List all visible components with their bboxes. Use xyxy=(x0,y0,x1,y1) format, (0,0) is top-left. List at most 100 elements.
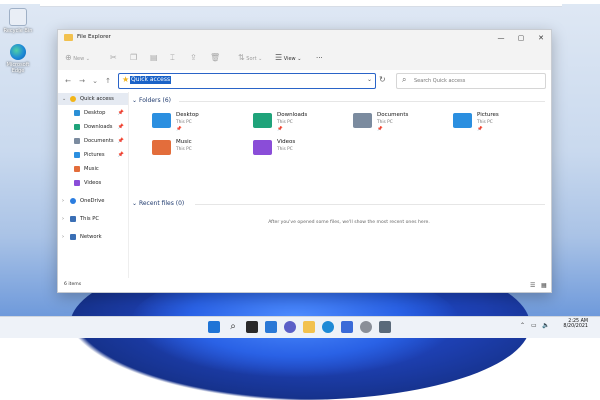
documents-icon xyxy=(74,138,80,144)
widgets-icon[interactable] xyxy=(265,321,277,333)
details-view-icon[interactable]: ☰ xyxy=(530,282,535,289)
folder-name: Documents xyxy=(377,112,409,118)
task-view-icon[interactable] xyxy=(246,321,258,333)
chevron-down-icon[interactable]: ⌄ xyxy=(62,93,66,105)
folder-downloads[interactable]: Downloads This PC 📌 xyxy=(253,110,348,136)
chevron-right-icon[interactable]: › xyxy=(62,213,64,225)
minimize-button[interactable]: — xyxy=(491,30,511,46)
start-icon[interactable] xyxy=(208,321,220,333)
copy-icon: ❐ xyxy=(130,53,138,62)
cut-button[interactable]: ✂ xyxy=(110,51,117,65)
file-explorer-icon[interactable] xyxy=(303,321,315,333)
cloud-icon xyxy=(70,198,76,204)
rename-button[interactable]: ⌶ xyxy=(170,51,175,65)
refresh-button[interactable]: ↻ xyxy=(379,75,386,84)
chevron-up-icon[interactable]: ⌃ xyxy=(520,322,525,329)
recent-files-section-header[interactable]: ⌄ Recent files (0) xyxy=(132,200,184,207)
file-explorer-window: File Explorer — ▢ ✕ ⊕ New ⌄ ✂ ❐ ▤ ⌶ ⇪ 🗑 … xyxy=(57,29,552,293)
chevron-right-icon[interactable]: › xyxy=(62,231,64,243)
network-icon xyxy=(70,234,76,240)
more-options-button[interactable]: ··· xyxy=(316,51,323,65)
status-bar: 6 items ☰ ▦ xyxy=(58,278,551,292)
new-icon: ⊕ xyxy=(65,53,72,62)
folder-location: This PC xyxy=(277,120,293,125)
folder-location: This PC xyxy=(176,120,192,125)
folder-location: This PC xyxy=(477,120,493,125)
sidebar-item-label: Music xyxy=(84,166,99,172)
pin-icon: 📌 xyxy=(477,127,483,132)
forward-button[interactable]: → xyxy=(77,75,87,87)
desktop-icon-edge[interactable]: Microsoft Edge xyxy=(3,44,33,74)
maximize-button[interactable]: ▢ xyxy=(511,30,531,46)
chevron-right-icon[interactable]: › xyxy=(62,195,64,207)
settings-icon[interactable] xyxy=(360,321,372,333)
sidebar-item-label: Desktop xyxy=(84,110,106,116)
delete-button[interactable]: 🗑 xyxy=(210,51,220,65)
sidebar-item-music[interactable]: Music xyxy=(58,163,128,175)
sidebar-item-quick-access[interactable]: ⌄ Quick access xyxy=(58,93,128,105)
sidebar-item-network[interactable]: › Network xyxy=(58,231,128,243)
search-box[interactable]: ⌕ Search Quick access xyxy=(396,73,546,89)
sidebar-item-label: This PC xyxy=(80,216,99,222)
network-icon[interactable]: ▭ xyxy=(531,322,537,329)
folder-videos[interactable]: Videos This PC xyxy=(253,137,348,163)
address-value[interactable]: Quick access xyxy=(130,76,172,84)
app-icon[interactable] xyxy=(379,321,391,333)
close-button[interactable]: ✕ xyxy=(531,30,551,46)
new-label: New xyxy=(73,56,85,62)
chevron-down-icon: ⌄ xyxy=(92,77,98,85)
sidebar-item-onedrive[interactable]: › OneDrive xyxy=(58,195,128,207)
view-label: View xyxy=(283,56,296,62)
sidebar-item-downloads[interactable]: Downloads 📌 xyxy=(58,121,128,133)
sort-icon: ⇅ xyxy=(238,53,245,62)
pin-icon: 📌 xyxy=(117,152,124,158)
item-count: 6 items xyxy=(64,282,82,287)
folder-music[interactable]: Music This PC xyxy=(152,137,247,163)
new-button[interactable]: ⊕ New ⌄ xyxy=(65,51,90,65)
chevron-down-icon: ⌄ xyxy=(132,200,138,207)
sidebar-item-pictures[interactable]: Pictures 📌 xyxy=(58,149,128,161)
large-icons-view-icon[interactable]: ▦ xyxy=(541,282,547,289)
command-bar: ⊕ New ⌄ ✂ ❐ ▤ ⌶ ⇪ 🗑 ⇅ Sort ⌄ ☰ View ⌄ ··… xyxy=(58,46,551,71)
clock[interactable]: 2:25 AM 8/20/2021 xyxy=(556,319,588,329)
edge-icon xyxy=(10,44,26,60)
sort-button[interactable]: ⇅ Sort ⌄ xyxy=(238,51,262,65)
chevron-down-icon: ⌄ xyxy=(258,56,263,62)
search-icon[interactable]: ⌕ xyxy=(227,321,239,333)
back-button[interactable]: ← xyxy=(63,75,73,87)
folder-location: This PC xyxy=(377,120,393,125)
sidebar-item-label: OneDrive xyxy=(80,198,105,204)
chevron-down-icon[interactable]: ⌄ xyxy=(367,76,372,83)
folders-section-header[interactable]: ⌄ Folders (6) xyxy=(132,97,171,104)
sidebar-item-label: Quick access xyxy=(80,96,114,102)
rename-icon: ⌶ xyxy=(170,53,175,62)
sort-label: Sort xyxy=(246,56,257,62)
store-icon[interactable] xyxy=(341,321,353,333)
sidebar-item-desktop[interactable]: Desktop 📌 xyxy=(58,107,128,119)
folder-pictures[interactable]: Pictures This PC 📌 xyxy=(453,110,548,136)
recent-locations-button[interactable]: ⌄ xyxy=(90,75,100,87)
divider xyxy=(195,204,545,205)
copy-button[interactable]: ❐ xyxy=(130,51,137,65)
view-button[interactable]: ☰ View ⌄ xyxy=(275,51,301,65)
delete-icon: 🗑 xyxy=(210,53,221,62)
edge-icon[interactable] xyxy=(322,321,334,333)
chevron-down-icon: ⌄ xyxy=(132,97,138,104)
volume-icon[interactable]: 🔈 xyxy=(542,322,549,329)
up-button[interactable]: ↑ xyxy=(103,75,113,87)
address-bar[interactable]: ★ Quick access ⌄ xyxy=(118,73,376,89)
folder-documents[interactable]: Documents This PC 📌 xyxy=(353,110,448,136)
paste-button[interactable]: ▤ xyxy=(150,51,158,65)
sidebar-item-videos[interactable]: Videos xyxy=(58,177,128,189)
desktop-icon-recycle-bin[interactable]: Recycle Bin xyxy=(3,8,33,34)
sidebar-item-this-pc[interactable]: › This PC xyxy=(58,213,128,225)
desktop-folder-icon xyxy=(152,113,171,128)
chat-icon[interactable] xyxy=(284,321,296,333)
navigation-pane: ⌄ Quick access Desktop 📌 Downloads 📌 Doc… xyxy=(58,92,129,278)
folder-desktop[interactable]: Desktop This PC 📌 xyxy=(152,110,247,136)
share-button[interactable]: ⇪ xyxy=(190,51,197,65)
folder-location: This PC xyxy=(176,147,192,152)
sidebar-item-documents[interactable]: Documents 📌 xyxy=(58,135,128,147)
title-bar[interactable]: File Explorer — ▢ ✕ xyxy=(58,30,551,46)
videos-icon xyxy=(74,180,80,186)
